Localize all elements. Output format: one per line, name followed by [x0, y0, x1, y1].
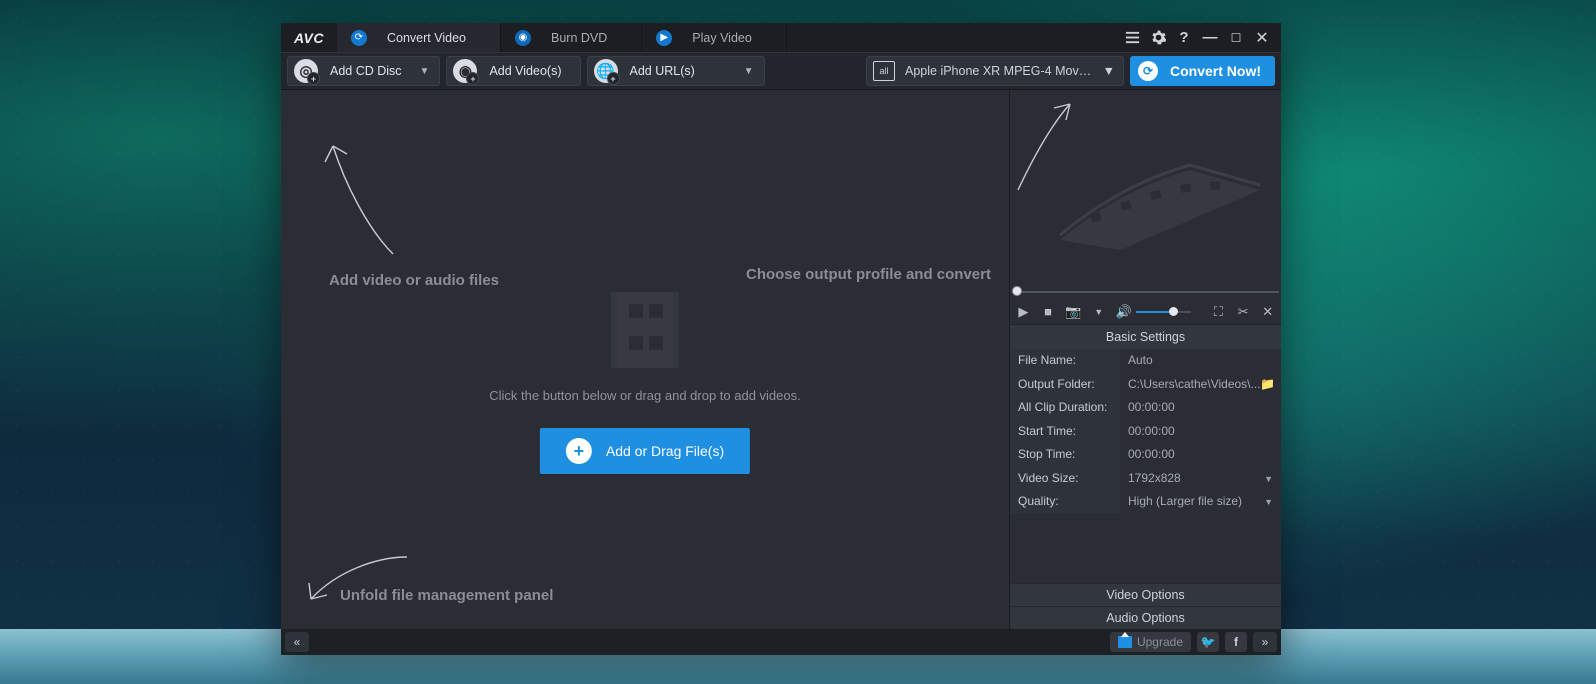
tab-burn-dvd[interactable]: ◉ Burn DVD: [501, 23, 642, 52]
help-icon[interactable]: ?: [1175, 29, 1193, 47]
tab-play-video[interactable]: ▶ Play Video: [642, 23, 787, 52]
globe-add-icon: 🌐: [594, 59, 618, 83]
output-folder-label: Output Folder:: [1010, 373, 1120, 397]
folder-icon[interactable]: 📁: [1260, 377, 1275, 391]
refresh-icon: ⟳: [1138, 61, 1158, 81]
add-cd-button[interactable]: ◎ Add CD Disc ▼: [287, 56, 440, 86]
volume-control[interactable]: 🔊: [1116, 304, 1191, 320]
video-size-dropdown[interactable]: 1792x828 ▼: [1120, 467, 1281, 491]
expand-icon[interactable]: ✕: [1260, 304, 1275, 320]
seek-thumb[interactable]: [1012, 286, 1022, 296]
play-icon: ▶: [656, 30, 672, 46]
crop-icon[interactable]: ⛶: [1211, 304, 1226, 320]
volume-thumb[interactable]: [1169, 307, 1178, 316]
chevron-down-icon: ▼: [1264, 497, 1273, 507]
chevron-down-icon: ▼: [1103, 64, 1115, 78]
drop-stage[interactable]: Add video or audio files Choose output p…: [281, 90, 1010, 629]
file-name-value[interactable]: Auto: [1120, 349, 1281, 373]
play-icon[interactable]: ▶: [1016, 304, 1031, 320]
app-logo: AVC: [281, 23, 337, 52]
profile-label: Apple iPhone XR MPEG-4 Movie (*.m…: [905, 64, 1093, 78]
seek-bar[interactable]: [1012, 285, 1279, 299]
video-options-toggle[interactable]: Video Options: [1010, 583, 1281, 606]
output-folder-value[interactable]: C:\Users\cathe\Videos\... 📁: [1120, 373, 1281, 397]
snapshot-icon[interactable]: 📷: [1065, 304, 1081, 320]
add-files-button[interactable]: + Add or Drag File(s): [540, 428, 750, 474]
close-icon[interactable]: ✕: [1253, 29, 1271, 47]
window-buttons: ? — ☐ ✕: [1117, 23, 1277, 52]
start-time-value[interactable]: 00:00:00: [1120, 420, 1281, 444]
drop-instruction: Click the button below or drag and drop …: [489, 388, 800, 403]
stop-time-value[interactable]: 00:00:00: [1120, 443, 1281, 467]
maximize-icon[interactable]: ☐: [1227, 29, 1245, 47]
button-label: Add CD Disc: [330, 64, 402, 78]
tab-label: Convert Video: [387, 31, 466, 45]
app-window: AVC ⟳ Convert Video ◉ Burn DVD ▶ Play Vi…: [281, 23, 1281, 655]
quality-dropdown[interactable]: High (Larger file size) ▼: [1120, 490, 1281, 514]
audio-options-toggle[interactable]: Audio Options: [1010, 606, 1281, 629]
preview-area: [1010, 90, 1281, 285]
chevron-down-icon: ▼: [744, 66, 754, 77]
list-icon[interactable]: [1123, 29, 1141, 47]
minimize-icon[interactable]: —: [1201, 29, 1219, 47]
file-name-label: File Name:: [1010, 349, 1120, 373]
basic-settings-header: Basic Settings: [1010, 325, 1281, 349]
cut-icon[interactable]: ✂: [1236, 304, 1251, 320]
upgrade-button[interactable]: Upgrade: [1110, 632, 1191, 652]
panel-expand-button[interactable]: «: [285, 632, 309, 652]
quality-label: Quality:: [1010, 490, 1120, 514]
add-urls-button[interactable]: 🌐 Add URL(s) ▼: [587, 56, 765, 86]
panel-collapse-button[interactable]: »: [1253, 632, 1277, 652]
button-label: Convert Now!: [1170, 63, 1261, 79]
refresh-icon: ⟳: [351, 30, 367, 46]
overlay-hint: Choose output profile and convert: [746, 266, 991, 283]
film-reel-icon: [1030, 130, 1280, 270]
button-label: Add Video(s): [489, 64, 561, 78]
main-area: Add video or audio files Choose output p…: [281, 90, 1281, 629]
overlay-hint: Unfold file management panel: [340, 587, 553, 604]
stop-time-label: Stop Time:: [1010, 443, 1120, 467]
profile-icon: all: [873, 61, 895, 81]
tab-label: Play Video: [692, 31, 752, 45]
button-label: Add URL(s): [630, 64, 695, 78]
upgrade-label: Upgrade: [1137, 635, 1183, 649]
start-time-label: Start Time:: [1010, 420, 1120, 444]
chevron-down-icon: ▼: [420, 66, 430, 77]
title-bar: AVC ⟳ Convert Video ◉ Burn DVD ▶ Play Vi…: [281, 23, 1281, 52]
speaker-icon: 🔊: [1116, 304, 1132, 320]
facebook-icon[interactable]: f: [1225, 632, 1247, 652]
twitter-icon[interactable]: 🐦: [1197, 632, 1219, 652]
add-videos-button[interactable]: ◉ Add Video(s): [446, 56, 580, 86]
right-panel: ▶ ■ 📷 ▼ 🔊 ⛶ ✂ ✕ Basic Settings File Name…: [1010, 90, 1281, 629]
convert-now-button[interactable]: ⟳ Convert Now!: [1130, 56, 1275, 86]
basic-settings-table: File Name: Auto Output Folder: C:\Users\…: [1010, 349, 1281, 514]
button-label: Add or Drag File(s): [606, 443, 724, 459]
output-profile-dropdown[interactable]: all Apple iPhone XR MPEG-4 Movie (*.m… ▼: [866, 56, 1124, 86]
video-add-icon: ◉: [453, 59, 477, 83]
tab-row: ⟳ Convert Video ◉ Burn DVD ▶ Play Video: [337, 23, 787, 52]
overlay-hint: Add video or audio files: [329, 272, 499, 289]
toolbar: ◎ Add CD Disc ▼ ◉ Add Video(s) 🌐 Add URL…: [281, 52, 1281, 90]
plus-icon: +: [566, 438, 592, 464]
chevron-down-icon[interactable]: ▼: [1091, 304, 1106, 320]
disc-add-icon: ◎: [294, 59, 318, 83]
duration-label: All Clip Duration:: [1010, 396, 1120, 420]
disc-icon: ◉: [515, 30, 531, 46]
volume-track[interactable]: [1136, 311, 1191, 313]
stop-icon[interactable]: ■: [1041, 304, 1056, 320]
status-bar: « Upgrade 🐦 f »: [281, 629, 1281, 655]
seek-track: [1012, 291, 1279, 293]
tab-label: Burn DVD: [551, 31, 607, 45]
arrow-annotation-icon: [313, 134, 413, 264]
upload-icon: [1118, 636, 1132, 648]
duration-value: 00:00:00: [1120, 396, 1281, 420]
player-controls: ▶ ■ 📷 ▼ 🔊 ⛶ ✂ ✕: [1010, 299, 1281, 325]
video-size-label: Video Size:: [1010, 467, 1120, 491]
chevron-down-icon: ▼: [1264, 474, 1273, 484]
tab-convert-video[interactable]: ⟳ Convert Video: [337, 23, 501, 52]
gear-icon[interactable]: [1149, 29, 1167, 47]
film-placeholder-icon: [609, 290, 681, 370]
